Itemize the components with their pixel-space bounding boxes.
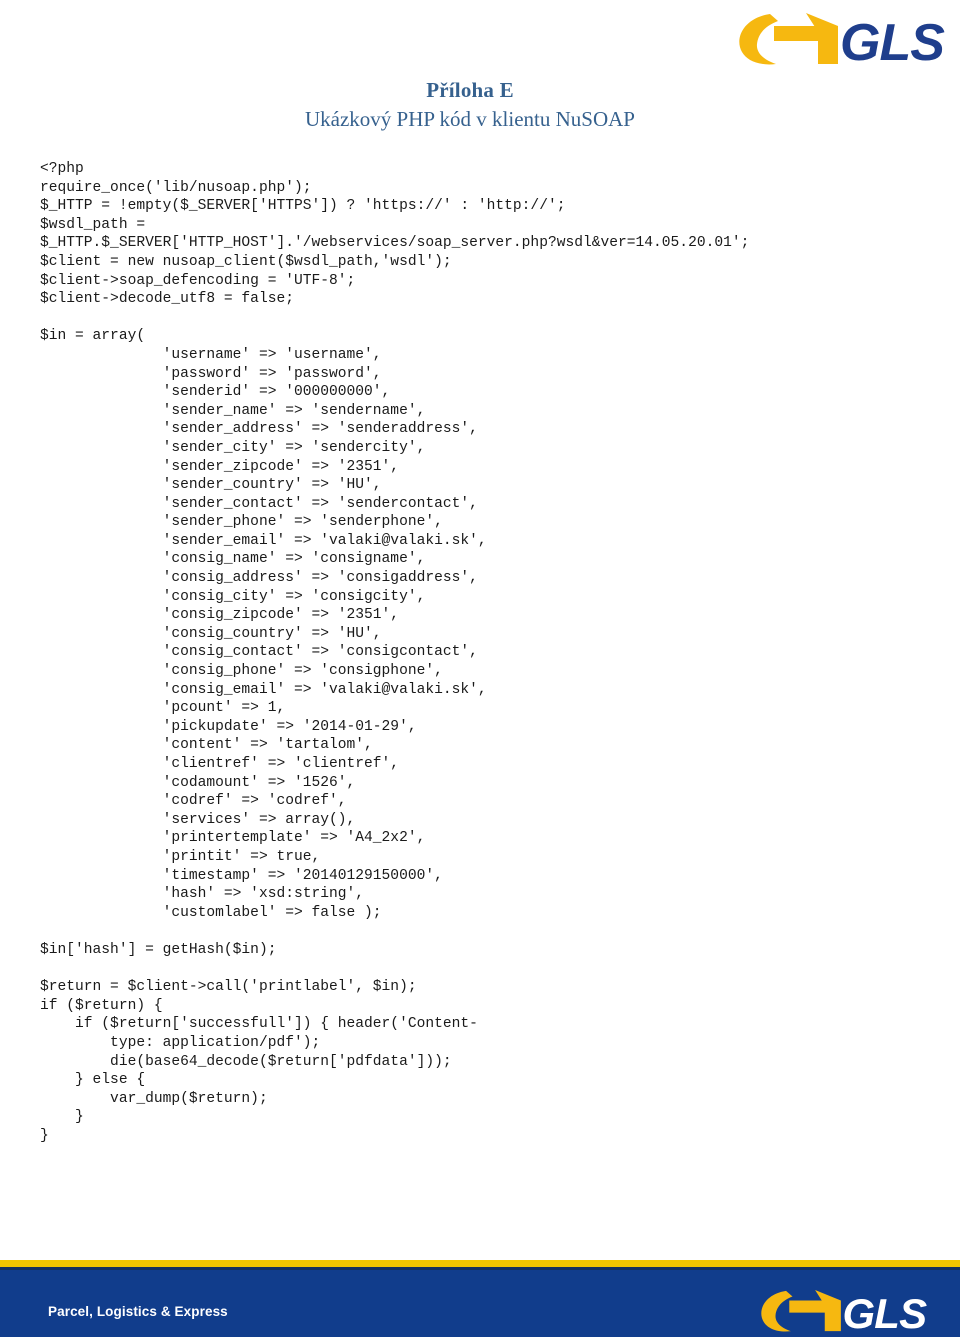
code-line: 'sender_zipcode' => '2351', (40, 458, 400, 475)
code-line: 'consig_city' => 'consigcity', (40, 588, 426, 605)
footer-tagline: Parcel, Logistics & Express (48, 1304, 228, 1319)
code-line: 'sender_phone' => 'senderphone', (40, 514, 443, 531)
code-line: 'hash' => 'xsd:string', (40, 886, 365, 903)
title-block: Příloha E Ukázkový PHP kód v klientu NuS… (0, 76, 960, 134)
code-line: 'clientref' => 'clientref', (40, 756, 400, 772)
gls-logo-icon: GLS (739, 13, 946, 70)
code-line: 'sender_name' => 'sendername', (40, 402, 426, 419)
code-line: 'codamount' => '1526', (40, 774, 356, 791)
code-line: } else { (40, 1072, 146, 1089)
footer-bar: Parcel, Logistics & Express GLS (0, 1270, 960, 1337)
code-line: 'sender_contact' => 'sendercontact', (40, 495, 478, 512)
code-line: $_HTTP = !empty($_SERVER['HTTPS']) ? 'ht… (40, 198, 566, 215)
code-line: type: application/pdf'); (40, 1034, 321, 1051)
code-line: 'printertemplate' => 'A4_2x2', (40, 830, 426, 847)
svg-text:GLS: GLS (840, 14, 945, 70)
code-line: 'senderid' => '000000000', (40, 384, 391, 401)
code-line: 'consig_phone' => 'consigphone', (40, 663, 443, 680)
page-subtitle: Ukázkový PHP kód v klientu NuSOAP (305, 107, 635, 131)
code-line: $client = new nusoap_client($wsdl_path,'… (40, 253, 452, 270)
code-line: } (40, 1109, 84, 1126)
gls-logo-footer: GLS (755, 1286, 930, 1336)
code-line: require_once('lib/nusoap.php'); (40, 179, 312, 196)
php-code-listing: <?php require_once('lib/nusoap.php'); $_HT… (40, 160, 930, 1145)
code-line: 'services' => array(), (40, 811, 356, 828)
code-line: $wsdl_path = (40, 216, 146, 233)
code-line: 'consig_name' => 'consigname', (40, 551, 426, 568)
code-line: $in = array( (40, 328, 146, 345)
svg-text:GLS: GLS (843, 1290, 928, 1336)
code-line: 'codref' => 'codref', (40, 793, 347, 810)
code-line: } (40, 1127, 49, 1144)
code-line: 'sender_city' => 'sendercity', (40, 439, 426, 456)
code-line: 'consig_zipcode' => '2351', (40, 607, 400, 624)
code-line: $client->decode_utf8 = false; (40, 291, 294, 308)
code-line: 'content' => 'tartalom', (40, 737, 373, 754)
code-line: 'pcount' => 1, (40, 700, 286, 717)
code-line: die(base64_decode($return['pdfdata'])); (40, 1053, 452, 1070)
page-title: Příloha E (426, 78, 514, 102)
code-line: 'consig_address' => 'consigaddress', (40, 570, 478, 587)
code-line: 'printit' => true, (40, 848, 321, 865)
code-line: $return = $client->call('printlabel', $i… (40, 979, 417, 996)
code-line: 'sender_country' => 'HU', (40, 477, 382, 494)
code-line: if ($return['successfull']) { header('Co… (40, 1016, 478, 1033)
gls-logo: GLS (734, 8, 946, 70)
code-line: 'consig_contact' => 'consigcontact', (40, 644, 478, 661)
code-line: <?php (40, 161, 84, 177)
code-line: $client->soap_defencoding = 'UTF-8'; (40, 272, 356, 289)
page-header: GLS Příloha E Ukázkový PHP kód v klientu… (0, 0, 960, 150)
gls-logo-icon: GLS (761, 1290, 928, 1336)
page-footer: Parcel, Logistics & Express GLS (0, 1260, 960, 1337)
code-line: 'sender_email' => 'valaki@valaki.sk', (40, 532, 487, 549)
footer-yellow-stripe (0, 1260, 960, 1267)
code-line: 'customlabel' => false ); (40, 904, 382, 921)
code-line: 'consig_email' => 'valaki@valaki.sk', (40, 681, 487, 698)
code-line: $in['hash'] = getHash($in); (40, 941, 277, 958)
code-line: var_dump($return); (40, 1090, 268, 1107)
code-line: 'username' => 'username', (40, 346, 382, 363)
code-line: 'timestamp' => '20140129150000', (40, 867, 443, 884)
code-line: 'sender_address' => 'senderaddress', (40, 421, 478, 438)
code-line: 'pickupdate' => '2014-01-29', (40, 718, 417, 735)
code-line: 'consig_country' => 'HU', (40, 625, 382, 642)
code-line: if ($return) { (40, 997, 163, 1014)
code-line: 'password' => 'password', (40, 365, 382, 382)
code-line: $_HTTP.$_SERVER['HTTP_HOST'].'/webservic… (40, 235, 750, 252)
